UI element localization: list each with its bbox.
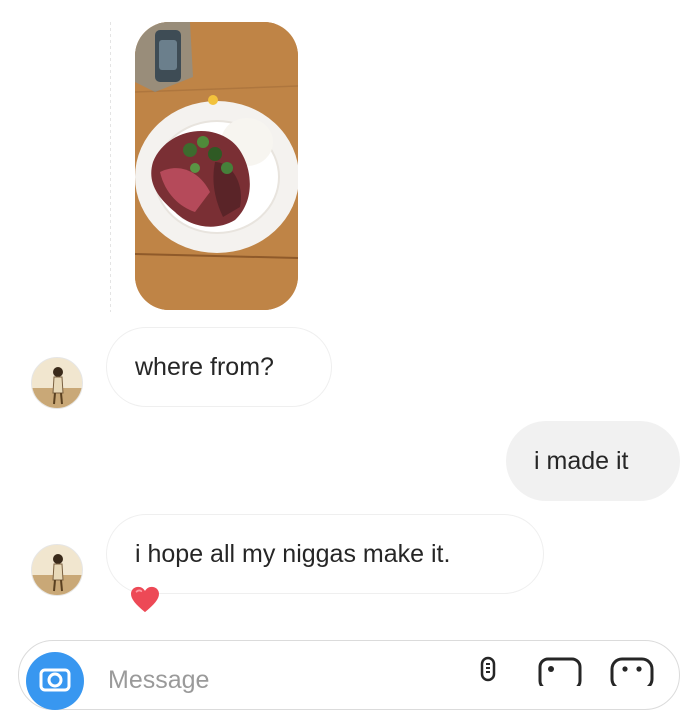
message-text: where from? [135, 353, 274, 381]
message-bubble-incoming[interactable]: i hope all my niggas make it. [106, 514, 544, 594]
avatar-photo [32, 358, 82, 408]
steak-plate-image [135, 22, 298, 310]
message-input[interactable] [108, 660, 408, 700]
microphone-icon[interactable] [476, 656, 500, 686]
photo-divider [110, 22, 111, 312]
conversation-thread: where from? i made it i hope all my nigg… [0, 0, 680, 680]
camera-icon [39, 668, 71, 692]
contact-avatar[interactable] [31, 357, 83, 409]
gallery-icon[interactable] [538, 656, 582, 686]
sticker-icon[interactable] [610, 656, 654, 686]
shared-photo[interactable] [135, 22, 298, 310]
message-text: i hope all my niggas make it. [135, 540, 451, 568]
message-bubble-incoming[interactable]: where from? [106, 327, 332, 407]
avatar-photo [32, 545, 82, 595]
message-text: i made it [534, 447, 629, 475]
message-bubble-outgoing[interactable]: i made it [506, 421, 680, 501]
contact-avatar[interactable] [31, 544, 83, 596]
camera-button[interactable] [26, 652, 84, 710]
heart-reaction-icon[interactable] [130, 586, 160, 614]
